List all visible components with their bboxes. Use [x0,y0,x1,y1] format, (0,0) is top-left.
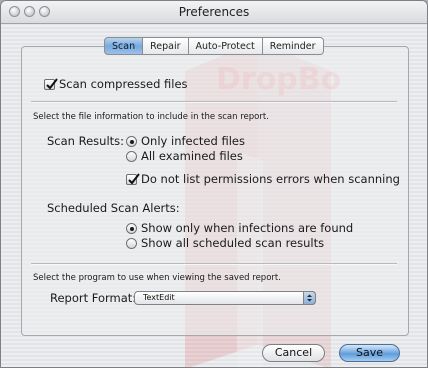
tab-repair[interactable]: Repair [143,37,189,55]
title-bar: Preferences [1,1,427,24]
tab-bar: Scan Repair Auto-Protect Reminder [104,37,324,55]
scan-results-label: Scan Results: [47,134,125,148]
only-infected-label: Only infected files [141,134,245,148]
save-button[interactable]: Save [339,344,400,362]
report-format-value: TextEdit [143,293,175,302]
permissions-label: Do not list permissions errors when scan… [141,172,400,186]
scheduled-alerts-label: Scheduled Scan Alerts: [47,201,180,215]
tab-reminder[interactable]: Reminder [262,37,324,55]
show-all-results-radio[interactable] [126,238,137,249]
all-examined-radio[interactable] [126,151,137,162]
checkmark-icon [46,78,58,90]
scan-compressed-checkbox[interactable] [44,78,58,90]
show-infections-radio[interactable] [126,223,137,234]
permissions-checkbox[interactable] [126,173,140,185]
window-title: Preferences [178,5,250,19]
section-divider [31,263,397,265]
program-instruction: Select the program to use when viewing t… [33,273,281,283]
scan-compressed-label: Scan compressed files [59,77,188,91]
report-format-label: Report Format: [50,291,137,305]
popup-arrows-icon [303,291,316,305]
only-infected-radio[interactable] [126,136,137,147]
show-infections-label: Show only when infections are found [141,221,354,235]
tab-scan[interactable]: Scan [104,37,144,55]
checkmark-icon [128,173,140,185]
tab-auto-protect[interactable]: Auto-Protect [188,37,263,55]
all-examined-label: All examined files [141,149,243,163]
section-divider [31,101,397,103]
info-instruction: Select the file information to include i… [33,112,269,122]
report-format-popup[interactable]: TextEdit [134,291,316,305]
preferences-window: DropBo Preferences Scan Repair Auto-Prot… [0,0,428,368]
show-all-results-label: Show all scheduled scan results [141,236,325,250]
cancel-button[interactable]: Cancel [262,344,325,362]
